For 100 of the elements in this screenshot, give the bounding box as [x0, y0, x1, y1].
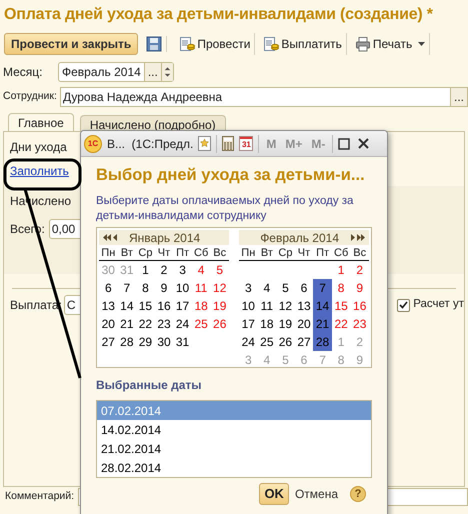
calendar-day[interactable]: 11 — [192, 279, 210, 297]
save-icon[interactable] — [146, 36, 162, 52]
calendar-day[interactable]: 31 — [173, 333, 192, 351]
weekday-label: Вс — [212, 246, 228, 260]
choose-button[interactable]: ... — [144, 63, 161, 81]
calendar-day[interactable]: 12 — [276, 297, 295, 315]
calendar-day[interactable]: 19 — [210, 297, 229, 315]
calendar-day[interactable]: 4 — [258, 279, 276, 297]
month-title: Февраль 2014 — [260, 230, 339, 246]
print-button[interactable]: Печать — [350, 33, 430, 55]
calendar-day[interactable]: 18 — [258, 315, 276, 333]
calendar-day[interactable]: 4 — [192, 261, 210, 279]
calendar-day[interactable]: 30 — [154, 333, 174, 351]
calendar-day[interactable]: 25 — [258, 333, 276, 351]
calendar-day[interactable]: 28 — [118, 333, 136, 351]
calendar-day[interactable]: 3 — [173, 261, 192, 279]
tab[interactable]: Начислено (подробно) — [80, 115, 226, 131]
choose-button[interactable]: ... — [450, 88, 467, 106]
calendar-day[interactable]: 28 — [313, 333, 332, 351]
calendar-day[interactable]: 16 — [154, 297, 174, 315]
month-title: Январь 2014 — [129, 230, 200, 246]
document-coins-icon — [179, 36, 196, 52]
calendar-day[interactable]: 13 — [99, 297, 118, 315]
calendar-day[interactable]: 17 — [173, 297, 192, 315]
calendar-day[interactable]: 9 — [154, 279, 174, 297]
calendar-day[interactable]: 21 — [118, 315, 136, 333]
weekday-label: Пн — [240, 246, 256, 260]
close-icon[interactable] — [358, 138, 370, 149]
calendar-day[interactable]: 20 — [294, 315, 314, 333]
calendar-day[interactable]: 6 — [99, 279, 118, 297]
calendar-day[interactable]: 25 — [192, 315, 210, 333]
favorite-icon[interactable] — [198, 136, 212, 151]
weekday-label: Чт — [156, 246, 172, 260]
calendar-day[interactable]: 23 — [350, 315, 369, 333]
weekday-label: Сб — [193, 246, 210, 260]
weekday-label: Сб — [333, 246, 350, 260]
calendar-day[interactable]: 26 — [276, 333, 295, 351]
calendar-day[interactable]: 10 — [173, 279, 192, 297]
tab[interactable]: Главное — [8, 113, 74, 131]
calendar-day[interactable]: 7 — [118, 279, 136, 297]
calendar-day[interactable]: 8 — [136, 279, 155, 297]
post-button[interactable]: Провести — [175, 33, 256, 55]
calendar-day[interactable]: 14 — [313, 297, 332, 315]
calendar-day[interactable]: 19 — [276, 315, 295, 333]
selected-dates-heading: Выбранные даты — [96, 378, 202, 392]
weekday-label: Вс — [352, 246, 368, 260]
calendar-day[interactable]: 22 — [332, 315, 350, 333]
calendar-day[interactable]: 9 — [350, 279, 369, 297]
calendar-day[interactable]: 1 — [136, 261, 155, 279]
next-month-icon[interactable] — [351, 234, 365, 241]
calendar-day[interactable]: 29 — [136, 333, 155, 351]
checkbox[interactable] — [397, 298, 410, 312]
employee-label: Сотрудник: — [3, 89, 58, 104]
calendar-day[interactable]: 3 — [239, 279, 258, 297]
weekday-label: Пт — [315, 246, 330, 260]
calendar-day[interactable]: 21 — [313, 315, 332, 333]
previous-month-icon[interactable] — [103, 234, 117, 241]
calculator-icon[interactable] — [222, 136, 234, 151]
calendar-day[interactable]: 18 — [192, 297, 210, 315]
dropdown-caret-icon — [418, 42, 426, 46]
calendar-day[interactable]: 17 — [239, 315, 258, 333]
cancel-button[interactable]: Отмена — [294, 485, 338, 503]
calendar-day[interactable]: 27 — [99, 333, 118, 351]
calendar-day[interactable]: 20 — [99, 315, 118, 333]
weekday-label: Чт — [296, 246, 312, 260]
calendar-day[interactable]: 11 — [258, 297, 276, 315]
calendar-day[interactable]: 5 — [210, 261, 229, 279]
calendar-day[interactable]: 22 — [136, 315, 155, 333]
calendar-day[interactable]: 16 — [350, 297, 369, 315]
calendar-day[interactable]: 15 — [332, 297, 350, 315]
calendar-day[interactable]: 24 — [173, 315, 192, 333]
spinner-icon[interactable] — [160, 63, 173, 81]
calendar-day[interactable]: 6 — [294, 279, 314, 297]
calendar-day[interactable]: 10 — [239, 297, 258, 315]
calendar-day[interactable]: 5 — [276, 279, 295, 297]
calendar-day[interactable]: 27 — [294, 333, 314, 351]
calendar-day[interactable]: 15 — [136, 297, 155, 315]
selected-date-row[interactable]: 14.02.2014 — [97, 420, 371, 439]
month-field[interactable]: Февраль 2014 ... — [58, 62, 174, 82]
calendar-day[interactable]: 2 — [350, 261, 369, 279]
calendar-day[interactable]: 23 — [154, 315, 174, 333]
calendar-day[interactable]: 2 — [154, 261, 174, 279]
calendar-day[interactable]: 8 — [332, 279, 350, 297]
calendar-day[interactable]: 12 — [210, 279, 229, 297]
help-button[interactable]: ? — [350, 486, 366, 502]
ok-button[interactable]: OK — [259, 483, 289, 505]
calendar-button[interactable]: 31 — [239, 136, 254, 151]
calendar-day[interactable]: 1 — [332, 261, 350, 279]
selected-date-row[interactable]: 28.02.2014 — [97, 458, 371, 477]
post-and-close-button[interactable]: Провести и закрыть — [4, 33, 138, 55]
calendar-day[interactable]: 26 — [210, 315, 229, 333]
calendar-day[interactable]: 13 — [294, 297, 314, 315]
weekday-label: Пт — [175, 246, 190, 260]
employee-field[interactable]: Дурова Надежда Андреевна ... — [60, 87, 468, 107]
calendar-day[interactable]: 24 — [239, 333, 258, 351]
maximize-icon[interactable] — [338, 138, 350, 150]
selected-date-row[interactable]: 21.02.2014 — [97, 439, 371, 458]
calendar-day[interactable]: 7 — [313, 279, 332, 297]
pay-button[interactable]: Выплатить — [259, 33, 347, 55]
calendar-day[interactable]: 14 — [118, 297, 136, 315]
